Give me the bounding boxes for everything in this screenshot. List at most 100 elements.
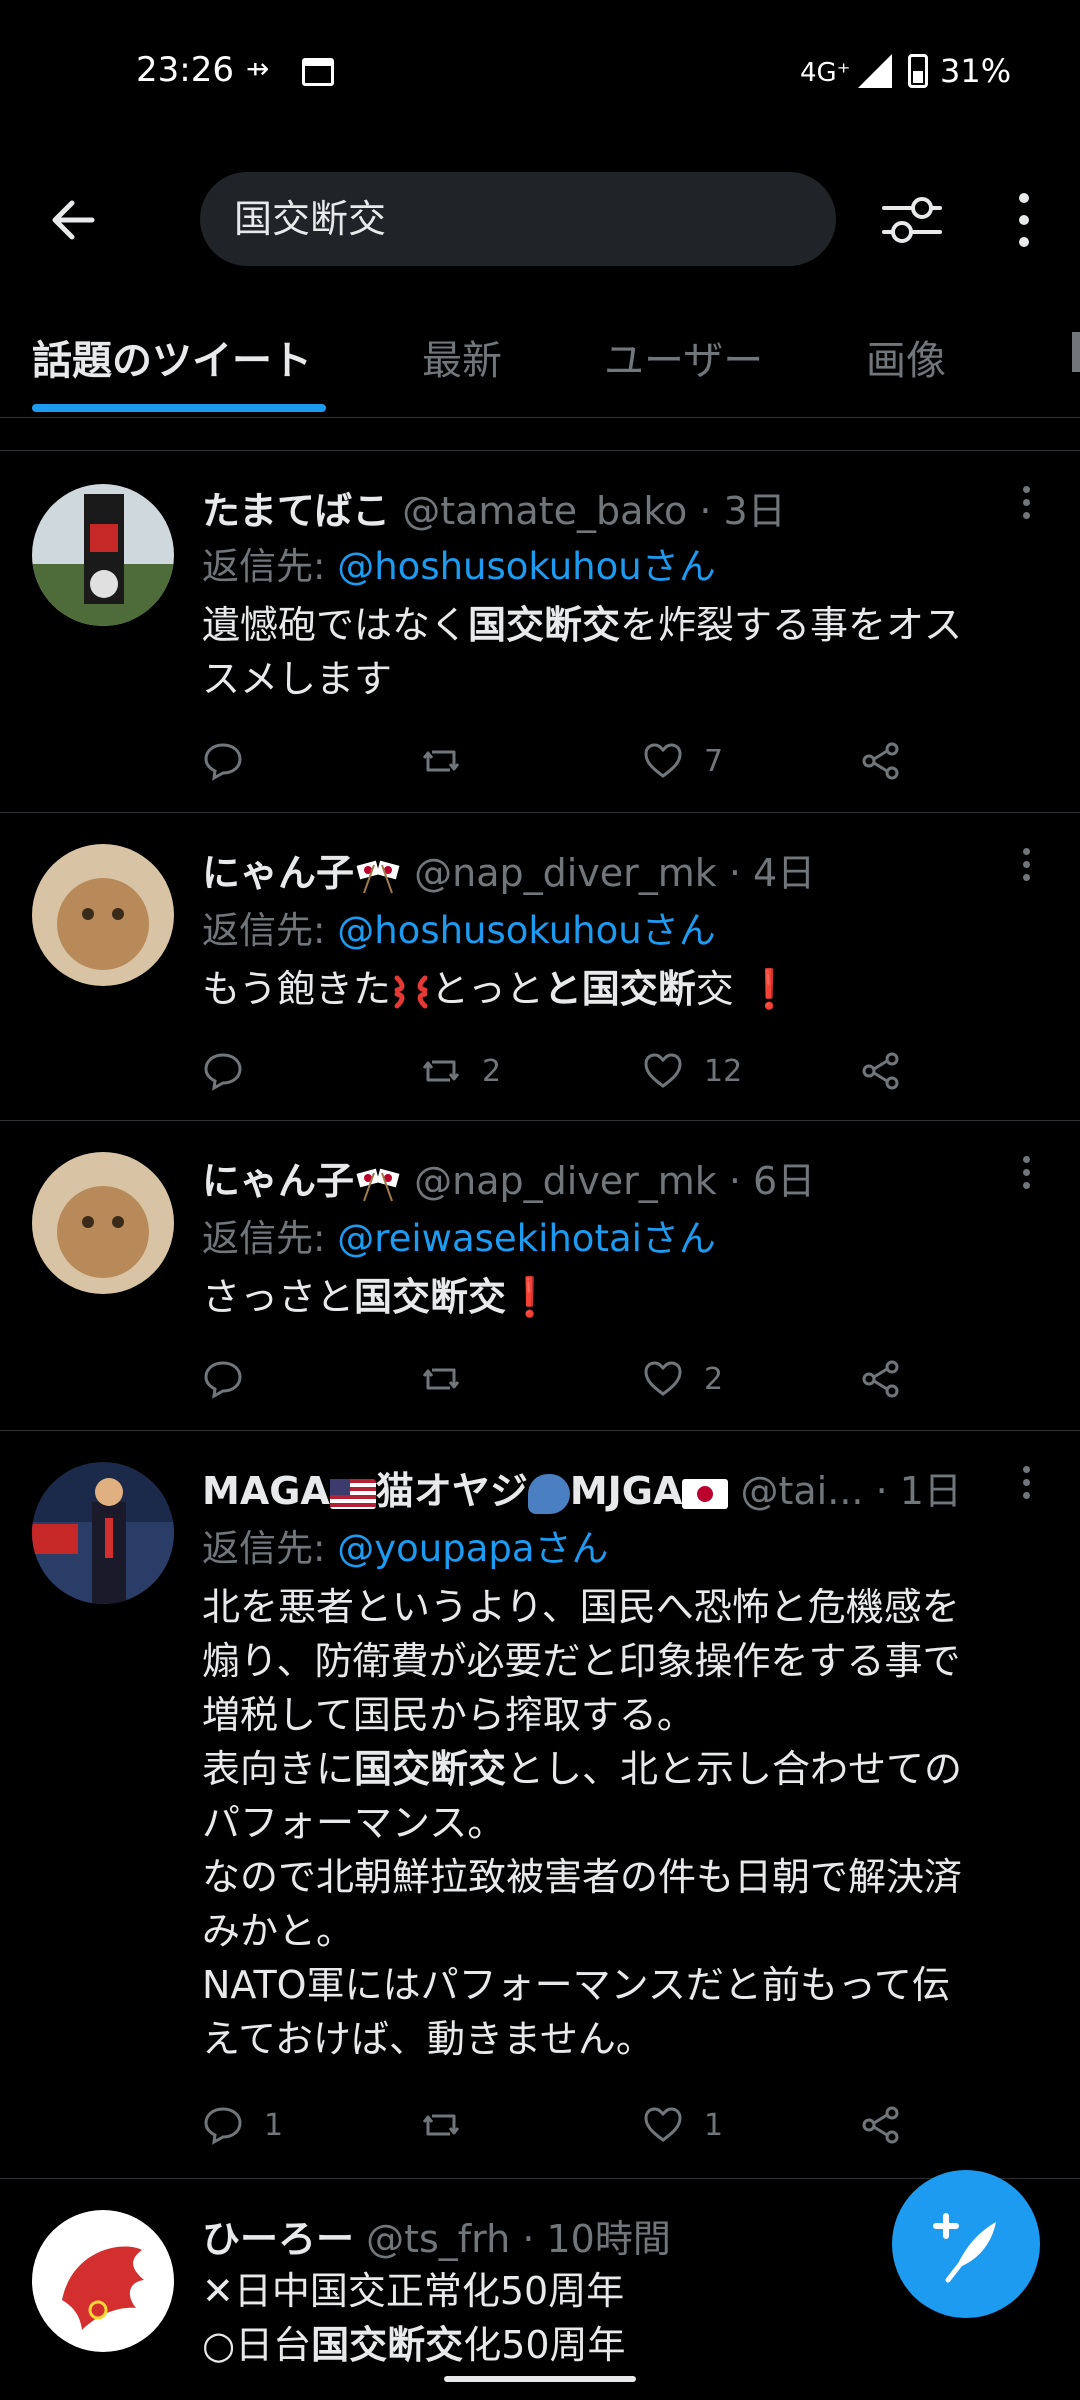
author-handle[interactable]: @tai... [741, 1469, 864, 1513]
divider [0, 1430, 1080, 1431]
compose-feather-icon [933, 2213, 996, 2283]
retweet-count: 2 [482, 1053, 502, 1089]
tweet[interactable]: にゃん子 @nap_diver_mk · 4日 返信先: @hoshusokuh… [0, 814, 1080, 1120]
like-button[interactable]: 1 [642, 2100, 723, 2150]
reply-mention[interactable]: @hoshusokuhouさん [337, 545, 715, 588]
reply-button[interactable]: 1 [202, 2100, 283, 2150]
author-name[interactable]: にゃん子 [202, 1159, 354, 1203]
like-button[interactable]: 12 [642, 1046, 742, 1096]
reply-mention[interactable]: @hoshusokuhouさん [337, 909, 715, 952]
share-icon [862, 1052, 899, 1090]
avatar[interactable] [32, 2210, 174, 2352]
heart-icon [644, 743, 682, 778]
battery-percent: 31% [940, 52, 1012, 90]
avatar[interactable] [32, 1462, 174, 1604]
retweet-button[interactable] [420, 2100, 482, 2150]
retweet-button[interactable]: 2 [420, 1046, 501, 1096]
avatar-image [32, 484, 174, 626]
author-handle[interactable]: @nap_diver_mk [414, 1159, 717, 1203]
signal-icon [858, 54, 892, 88]
author-handle[interactable]: @nap_diver_mk [414, 851, 717, 895]
reply-prefix: 返信先: [202, 545, 326, 588]
like-count: 12 [704, 1053, 743, 1089]
tweet[interactable]: にゃん子 @nap_diver_mk · 6日 返信先: @reiwasekih… [0, 1122, 1080, 1428]
tweet-time: · 6日 [728, 1159, 816, 1203]
tab-images[interactable]: 画像 [866, 328, 946, 386]
battery-icon [908, 54, 928, 88]
retweet-icon [422, 750, 460, 772]
retweet-button[interactable] [420, 1354, 482, 1404]
tab-overflow[interactable] [1072, 332, 1080, 372]
share-icon [862, 742, 899, 780]
divider [0, 1120, 1080, 1121]
author-name[interactable]: MAGA 猫オヤジ MJGA [202, 1469, 729, 1514]
comment-icon [204, 1361, 242, 1399]
like-count: 1 [704, 2107, 724, 2143]
status-time: 23:26 [136, 50, 234, 90]
like-count: 2 [704, 1361, 724, 1397]
tweet-menu-button[interactable] [1020, 1466, 1032, 1506]
tab-users[interactable]: ユーザー [604, 328, 763, 386]
home-indicator[interactable] [444, 2376, 636, 2382]
tweet-time: · 1日 [875, 1469, 962, 1513]
more-vertical-icon [1019, 193, 1029, 247]
search-tabs: 話題のツイート 最新 ユーザー 画像 [0, 318, 1080, 418]
reply-button[interactable] [202, 1354, 264, 1404]
avatar-image [32, 1152, 174, 1294]
author-name[interactable]: たまてばこ [202, 489, 390, 533]
reply-button[interactable] [202, 736, 264, 786]
tweet-menu-button[interactable] [1020, 486, 1032, 526]
retweet-button[interactable] [420, 736, 482, 786]
anger-icon [391, 972, 431, 1012]
calendar-icon [302, 58, 334, 86]
share-icon [862, 2106, 899, 2144]
like-button[interactable]: 2 [642, 1354, 723, 1404]
compose-tweet-button[interactable] [892, 2170, 1040, 2318]
reply-button[interactable] [202, 1046, 264, 1096]
status-bar: 23:26 ⇸ 4G⁺ 31% [0, 0, 1080, 140]
sliders-icon [882, 197, 942, 243]
reply-mention[interactable]: @reiwasekihotaiさん [337, 1217, 716, 1260]
comment-icon [204, 743, 242, 781]
author-handle[interactable]: @tamate_bako [402, 489, 687, 533]
like-button[interactable]: 7 [642, 736, 723, 786]
reply-prefix: 返信先: [202, 909, 326, 952]
heart-icon [644, 2107, 682, 2142]
search-filter-button[interactable] [880, 188, 944, 252]
share-button[interactable] [860, 736, 902, 786]
avatar[interactable] [32, 844, 174, 986]
tweet-text: さっさと国交断交❗ [202, 1275, 554, 1319]
back-button[interactable] [44, 190, 104, 250]
search-input[interactable]: 国交断交 [200, 172, 836, 266]
share-button[interactable] [860, 1354, 902, 1404]
tweet-text: 北を悪者というより、国民へ恐怖と危機感を 煽り、防衛費が必要だと印象操作をする事… [202, 1585, 963, 2061]
more-options-button[interactable] [1004, 188, 1044, 252]
retweet-icon [422, 2114, 460, 2136]
tweet[interactable]: たまてばこ @tamate_bako · 3日 返信先: @hoshusokuh… [0, 452, 1080, 812]
author-name[interactable]: ひーろー [202, 2217, 354, 2261]
avatar[interactable] [32, 1152, 174, 1294]
tweet-actions: 2 12 [202, 1046, 922, 1096]
tweet-menu-button[interactable] [1020, 848, 1032, 888]
author-name[interactable]: にゃん子 [202, 851, 354, 895]
tweet-text: 遺憾砲ではなく国交断交を炸裂する事をオス スメします [202, 603, 963, 701]
crossed-flags-icon [354, 857, 402, 895]
avatar-image [32, 844, 174, 986]
tab-top[interactable]: 話題のツイート [32, 328, 312, 386]
data-transfer-icon: ⇸ [246, 52, 270, 85]
avatar-image [32, 2210, 174, 2352]
share-button[interactable] [860, 2100, 902, 2150]
reply-mention[interactable]: @youpapaさん [337, 1527, 608, 1570]
tweet-menu-button[interactable] [1020, 1156, 1032, 1196]
tab-latest[interactable]: 最新 [422, 328, 502, 386]
japan-flag-icon [682, 1478, 729, 1509]
share-button[interactable] [860, 1046, 902, 1096]
tweet-actions: 2 [202, 1354, 922, 1404]
reply-prefix: 返信先: [202, 1217, 326, 1260]
tweet-actions: 7 [202, 736, 922, 786]
author-handle[interactable]: @ts_frh [366, 2217, 510, 2261]
avatar[interactable] [32, 484, 174, 626]
comment-icon [204, 2107, 242, 2145]
avatar-image [32, 1462, 174, 1604]
tweet[interactable]: MAGA 猫オヤジ MJGA @tai... · 1日 返信先: @youpapaさ… [0, 1432, 1080, 2176]
